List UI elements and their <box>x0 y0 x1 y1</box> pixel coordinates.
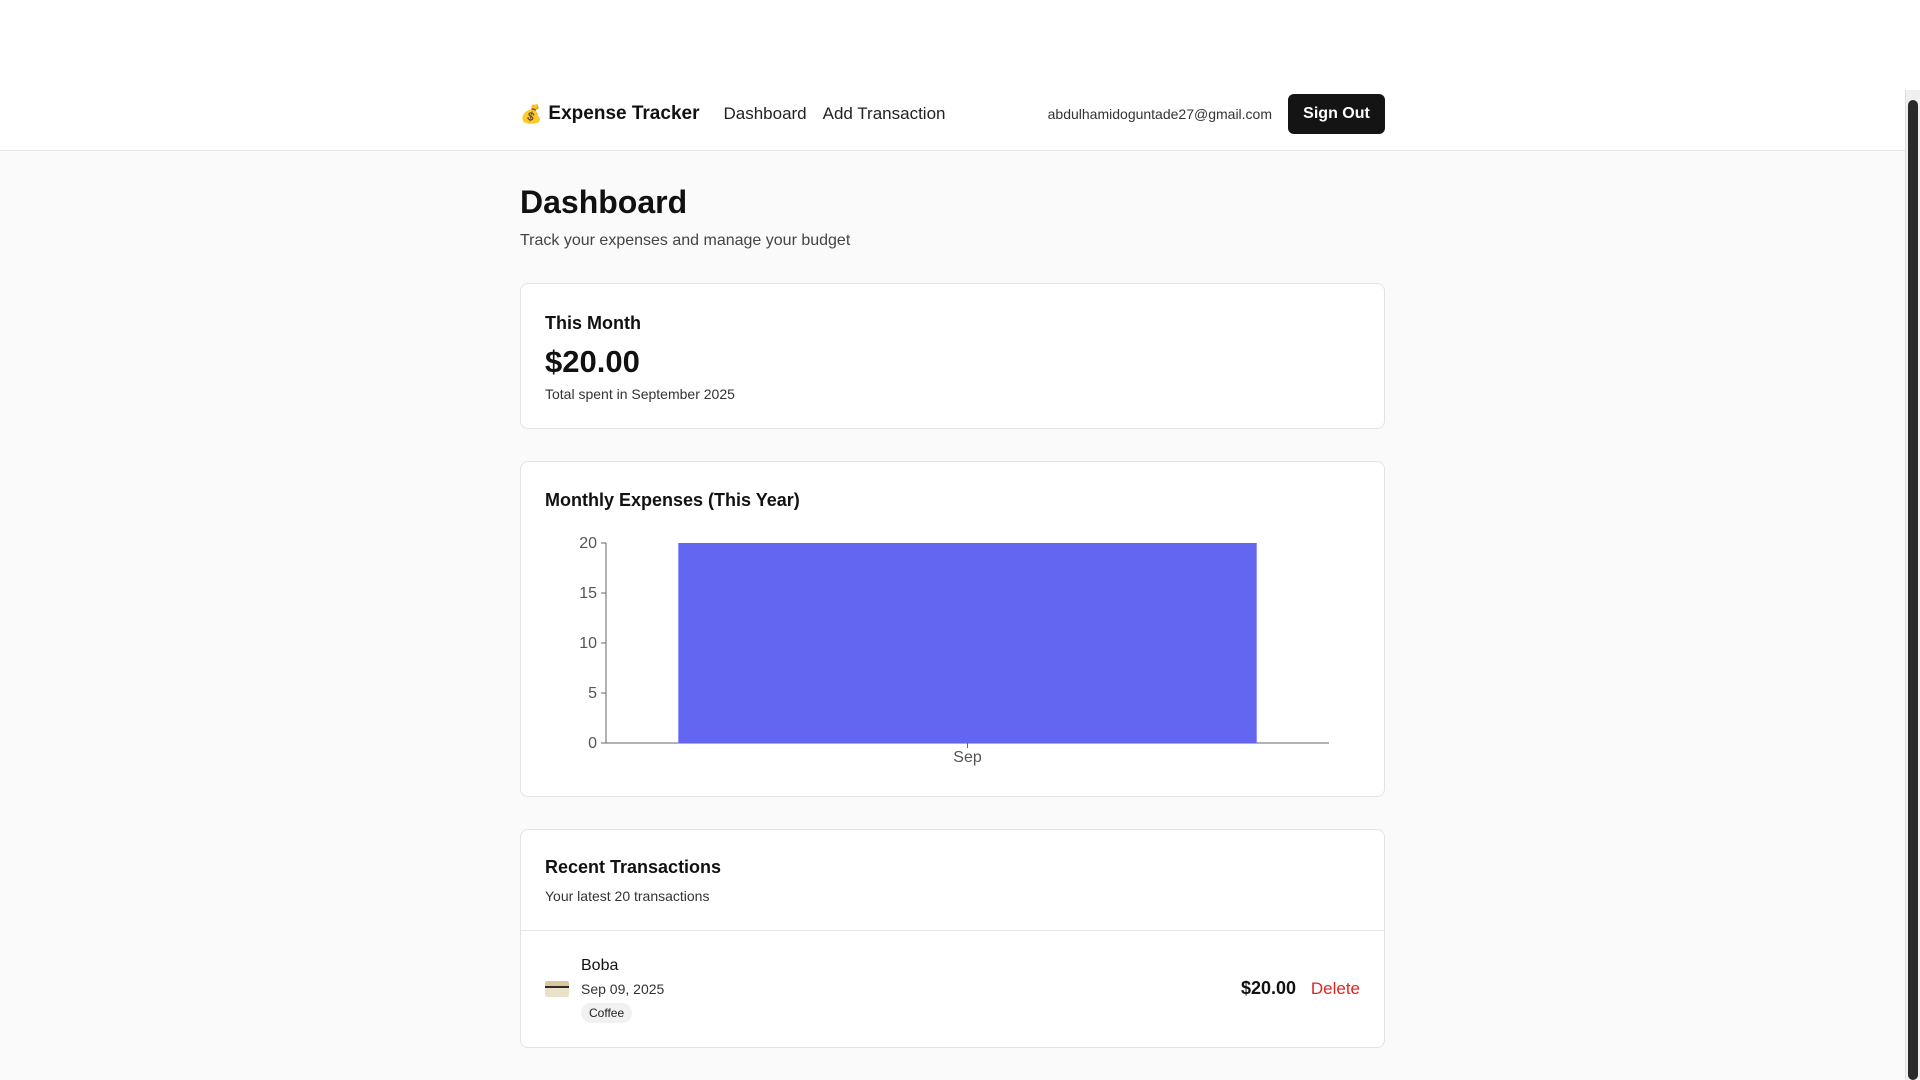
x-tick-label: Sep <box>953 749 982 766</box>
app-title: Expense Tracker <box>548 103 700 124</box>
y-tick-label: 0 <box>588 735 597 752</box>
monthly-total-amount: $20.00 <box>545 344 640 379</box>
y-tick-label: 5 <box>588 685 597 702</box>
page-subtitle: Track your expenses and manage your budg… <box>520 232 851 249</box>
user-email: abdulhamidoguntade27@gmail.com <box>1047 106 1272 122</box>
recent-transactions-card: Recent Transactions Your latest 20 trans… <box>520 829 1385 1048</box>
y-tick-label: 15 <box>579 585 597 602</box>
main-content: Dashboard Track your expenses and manage… <box>520 150 1385 1048</box>
user-area: abdulhamidoguntade27@gmail.com Sign Out <box>1048 94 1385 134</box>
sign-out-button[interactable]: Sign Out <box>1288 94 1385 134</box>
page-title: Dashboard <box>520 184 688 220</box>
monthly-total-description: Total spent in September 2025 <box>545 386 735 402</box>
delete-transaction-button[interactable]: Delete <box>1311 979 1360 999</box>
nav-dashboard-link[interactable]: Dashboard <box>723 104 806 124</box>
transaction-date: Sep 09, 2025 <box>581 981 665 997</box>
money-bag-icon: 💰 <box>520 103 543 124</box>
nav-links: Dashboard Add Transaction <box>723 104 961 124</box>
nav-add-transaction-link[interactable]: Add Transaction <box>823 104 946 124</box>
credit-card-icon <box>545 981 569 997</box>
category-badge: Coffee <box>581 1003 633 1023</box>
page-scrollbar[interactable] <box>1905 90 1920 1080</box>
transaction-amount: $20.00 <box>1240 978 1296 998</box>
transaction-name: Boba <box>581 957 619 974</box>
bar-sep <box>678 543 1257 743</box>
recent-transactions-title: Recent Transactions <box>545 857 722 877</box>
this-month-title: This Month <box>545 313 641 333</box>
navbar: 💰 Expense Tracker Dashboard Add Transact… <box>520 94 1385 134</box>
y-tick-label: 20 <box>579 535 597 552</box>
scrollbar-thumb[interactable] <box>1908 100 1918 1080</box>
recent-transactions-subtitle: Your latest 20 transactions <box>545 888 710 904</box>
y-tick-label: 10 <box>579 635 597 652</box>
monthly-expenses-chart-card: Monthly Expenses (This Year) 0 5 10 15 20 Sep <box>520 461 1385 797</box>
monthly-expenses-chart: 0 5 10 15 20 Sep <box>579 535 1329 766</box>
transaction-row: Boba Sep 09, 2025 Coffee $20.00 Delete <box>521 931 1384 1047</box>
app-brand[interactable]: 💰 Expense Tracker <box>520 103 699 125</box>
this-month-card: This Month $20.00 Total spent in Septemb… <box>520 283 1385 429</box>
